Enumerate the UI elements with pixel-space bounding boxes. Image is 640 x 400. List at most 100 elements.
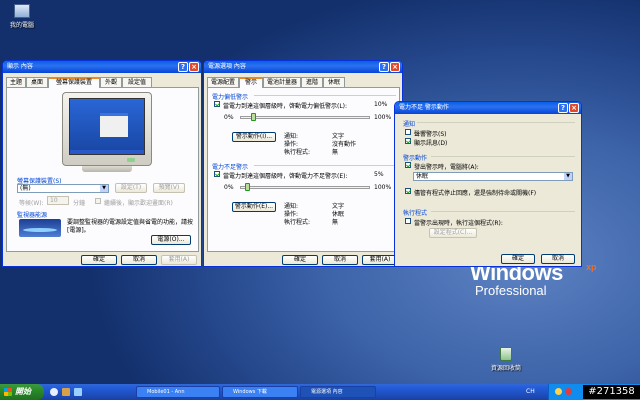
tab-appearance[interactable]: 外觀 bbox=[100, 77, 122, 87]
ok-button[interactable]: 確定 bbox=[81, 255, 117, 265]
power-group-label: 監視器能源 bbox=[17, 212, 48, 219]
force-standby-label: 儘管有程式停止回應，還是強制待命或關機(F) bbox=[414, 190, 537, 197]
window-title: 電力不足 警示動作 bbox=[399, 104, 449, 111]
low-battery-group-label: 電力偏低警示 bbox=[212, 94, 249, 101]
system-tray: #271358 bbox=[548, 384, 640, 400]
close-button[interactable]: × bbox=[390, 62, 400, 72]
resume-checkbox[interactable] bbox=[95, 198, 101, 204]
force-standby-checkbox[interactable] bbox=[405, 188, 411, 194]
low-battery-slider[interactable] bbox=[240, 116, 370, 119]
tab-alarms[interactable]: 警示 bbox=[239, 77, 263, 88]
low-battery-checkbox[interactable] bbox=[214, 101, 220, 107]
chevron-down-icon: ▼ bbox=[564, 173, 572, 180]
group-divider bbox=[431, 211, 575, 212]
tray-icon[interactable] bbox=[565, 388, 572, 395]
run-program-checkbox[interactable] bbox=[405, 218, 411, 224]
my-computer-desktop-icon[interactable]: 我的電腦 bbox=[0, 4, 44, 29]
cancel-button[interactable]: 取消 bbox=[541, 254, 575, 264]
wait-label: 等候(W): bbox=[19, 200, 44, 207]
title-bar[interactable]: 電力不足 警示動作 ? × bbox=[395, 102, 581, 114]
critical-battery-check-label: 當電力到達這個層級時，啓動電力不足警示(E): bbox=[223, 173, 348, 180]
energy-star-logo bbox=[19, 219, 61, 237]
screensaver-select[interactable]: (無) ▼ bbox=[17, 184, 109, 193]
scale-min-label: 0% bbox=[224, 114, 234, 121]
tab-advanced[interactable]: 進階 bbox=[301, 77, 323, 87]
alarm-action-select[interactable]: 休眠 ▼ bbox=[413, 172, 573, 181]
window-title: 顯示 內容 bbox=[7, 63, 33, 70]
ok-button[interactable]: 確定 bbox=[501, 254, 535, 264]
critical-battery-slider-thumb[interactable] bbox=[244, 183, 250, 191]
preview-taskbar bbox=[70, 150, 144, 154]
wait-spinner[interactable]: 10 bbox=[47, 196, 69, 205]
scale-max-label: 100% bbox=[374, 184, 392, 191]
sound-alarm-checkbox[interactable] bbox=[405, 129, 411, 135]
start-button[interactable]: 開始 bbox=[0, 384, 44, 400]
critical-battery-checkbox[interactable] bbox=[214, 171, 220, 177]
display-message-checkbox[interactable] bbox=[405, 138, 411, 144]
help-button[interactable]: ? bbox=[178, 62, 188, 72]
notification-group-label: 通知 bbox=[403, 121, 416, 128]
preview-button[interactable]: 預覽(V) bbox=[153, 183, 185, 193]
run-program-check-label: 當警示出現時，執行這個程式(R): bbox=[414, 220, 503, 227]
low-battery-slider-thumb[interactable] bbox=[251, 113, 256, 121]
group-divider bbox=[417, 122, 575, 123]
close-button[interactable]: × bbox=[189, 62, 199, 72]
tab-desktop[interactable]: 桌面 bbox=[26, 77, 48, 87]
configure-program-button[interactable]: 設定程式(C)... bbox=[429, 228, 477, 238]
settings-button[interactable]: 設定(T) bbox=[115, 183, 147, 193]
apply-button[interactable]: 套用(A) bbox=[161, 255, 197, 265]
close-button[interactable]: × bbox=[569, 103, 579, 113]
computer-icon bbox=[14, 4, 30, 18]
taskbar-item-browser[interactable]: Mobile01 - Ann bbox=[136, 386, 220, 398]
ok-button[interactable]: 確定 bbox=[282, 255, 318, 265]
tab-settings[interactable]: 設定值 bbox=[122, 77, 152, 87]
sound-alarm-label: 聲響警示(S) bbox=[414, 131, 447, 138]
title-bar[interactable]: 顯示 內容 ? × bbox=[3, 61, 201, 73]
tab-screensaver[interactable]: 螢幕保護裝置 bbox=[48, 77, 100, 88]
quick-launch-ie-icon[interactable] bbox=[50, 388, 58, 396]
screensaver-panel: 螢幕保護裝置(S) (無) ▼ 設定(T) 預覽(V) 等候(W): 10 分鐘… bbox=[6, 87, 199, 252]
language-indicator[interactable]: CH bbox=[526, 388, 535, 395]
taskbar-item-power-options[interactable]: 電源選項 內容 bbox=[300, 386, 376, 398]
low-battery-check-label: 當電力到達這個層級時，啓動電力偏低警示(L): bbox=[223, 103, 348, 110]
quick-launch-media-icon[interactable] bbox=[74, 388, 82, 396]
tab-hibernate[interactable]: 休眠 bbox=[323, 77, 345, 87]
help-button[interactable]: ? bbox=[558, 103, 568, 113]
monitor-stand bbox=[82, 166, 132, 172]
cancel-button[interactable]: 取消 bbox=[322, 255, 358, 265]
title-bar[interactable]: 電源選項 內容 ? × bbox=[204, 61, 402, 73]
tray-icon[interactable] bbox=[555, 388, 562, 395]
taskbar: 開始 Mobile01 - Ann Windows 下載 電源選項 內容 CH … bbox=[0, 384, 640, 400]
window-title: 電源選項 內容 bbox=[208, 63, 246, 70]
logo-edition-text: Professional bbox=[475, 283, 547, 298]
screensaver-value: (無) bbox=[20, 185, 31, 192]
taskbar-item-label: Mobile01 - Ann bbox=[147, 389, 185, 395]
wait-value: 10 bbox=[50, 197, 58, 204]
group-divider bbox=[254, 95, 396, 96]
critical-alarm-action-button[interactable]: 警示動作(E)... bbox=[232, 202, 276, 212]
recycle-bin-icon bbox=[500, 347, 512, 361]
help-button[interactable]: ? bbox=[379, 62, 389, 72]
tab-power-meter[interactable]: 電池計量器 bbox=[263, 77, 301, 87]
tab-themes[interactable]: 主題 bbox=[6, 77, 26, 87]
monitor-screen bbox=[69, 98, 145, 155]
low-alarm-action-button[interactable]: 警示動作(I)... bbox=[232, 132, 276, 142]
when-alarm-checkbox[interactable] bbox=[405, 162, 411, 168]
quick-launch-desktop-icon[interactable] bbox=[62, 388, 70, 396]
watermark-label: #271358 bbox=[583, 385, 640, 399]
chevron-down-icon: ▼ bbox=[100, 185, 108, 192]
recycle-bin-label: 資源回收筒 bbox=[490, 365, 521, 372]
critical-battery-slider[interactable] bbox=[240, 186, 370, 189]
power-button[interactable]: 電源(O)... bbox=[151, 235, 191, 245]
group-divider bbox=[254, 165, 396, 166]
taskbar-item-label: 電源選項 內容 bbox=[311, 389, 343, 395]
alarm-action-value: 休眠 bbox=[416, 173, 429, 180]
cancel-button[interactable]: 取消 bbox=[121, 255, 157, 265]
tab-power-schemes[interactable]: 電源配置 bbox=[207, 77, 239, 87]
monitor-preview bbox=[62, 92, 152, 166]
apply-button[interactable]: 套用(A) bbox=[362, 255, 398, 265]
critical-run-value: 無 bbox=[332, 219, 339, 226]
group-divider bbox=[431, 156, 575, 157]
recycle-bin-desktop-icon[interactable]: 資源回收筒 bbox=[484, 347, 528, 372]
taskbar-item-downloads[interactable]: Windows 下載 bbox=[222, 386, 298, 398]
